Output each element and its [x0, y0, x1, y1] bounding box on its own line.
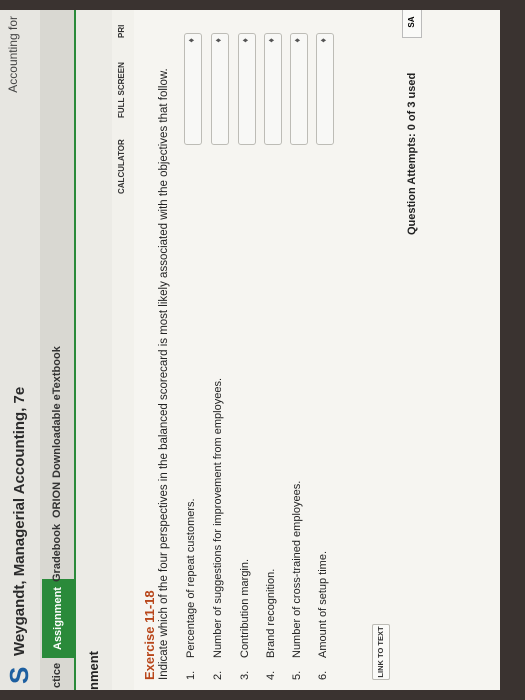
dropdown-arrow-icon: ♦: [213, 38, 223, 43]
dropdown-arrow-icon: ♦: [186, 38, 196, 43]
dropdown-arrow-icon: ♦: [266, 38, 276, 43]
course-title[interactable]: Accounting for: [6, 16, 20, 93]
tab-practice[interactable]: ctice: [48, 663, 74, 688]
perspective-select-2[interactable]: ♦: [211, 33, 229, 145]
section-title: nment: [86, 651, 101, 690]
full-screen-button[interactable]: FULL SCREEN: [117, 62, 126, 118]
tab-gradebook[interactable]: Gradebook: [48, 524, 74, 582]
exercise-instructions: Indicate which of the four perspectives …: [158, 68, 170, 680]
tab-etextbook[interactable]: Downloadable eTextbook: [48, 346, 74, 478]
perspective-select-1[interactable]: ♦: [184, 33, 202, 145]
item-text: Brand recognition.: [265, 568, 277, 658]
question-attempts: Question Attempts: 0 of 3 used: [406, 72, 418, 235]
calculator-button[interactable]: CALCULATOR: [117, 139, 126, 194]
book-title: Weygandt, Managerial Accounting, 7e: [11, 386, 28, 656]
dropdown-arrow-icon: ♦: [240, 38, 250, 43]
exercise-title: Exercise 11-18: [142, 590, 157, 680]
item-number: 5.: [291, 670, 303, 680]
nav-tabs: ctice Assignment Gradebook ORION Downloa…: [40, 10, 76, 690]
perspective-select-5[interactable]: ♦: [290, 33, 308, 145]
perspective-select-4[interactable]: ♦: [264, 33, 282, 145]
logo: S: [4, 666, 34, 684]
browser-screen: S Weygandt, Managerial Accounting, 7e Ac…: [0, 10, 500, 690]
dropdown-arrow-icon: ♦: [292, 38, 302, 43]
save-button[interactable]: SA: [402, 10, 422, 38]
perspective-select-3[interactable]: ♦: [238, 33, 256, 145]
header-bar: S Weygandt, Managerial Accounting, 7e Ac…: [0, 10, 41, 690]
toolbar: CALCULATOR FULL SCREEN PRI: [112, 10, 134, 690]
link-to-text-button[interactable]: LINK TO TEXT: [372, 624, 390, 680]
item-number: 2.: [212, 670, 224, 680]
item-text: Amount of setup time.: [317, 551, 329, 658]
item-number: 1.: [185, 670, 197, 680]
question-panel: Exercise 11-18 Indicate which of the fou…: [134, 10, 500, 690]
tab-orion[interactable]: ORION: [48, 482, 74, 518]
item-number: 3.: [239, 670, 251, 680]
tab-assignment[interactable]: Assignment: [42, 579, 74, 658]
item-text: Contribution margin.: [239, 558, 251, 658]
item-number: 6.: [317, 670, 329, 680]
section-header: nment: [76, 10, 110, 690]
dropdown-arrow-icon: ♦: [318, 38, 328, 43]
item-number: 4.: [265, 670, 277, 680]
item-text: Number of suggestions for improvement fr…: [212, 377, 224, 658]
print-button[interactable]: PRI: [117, 25, 126, 38]
item-text: Number of cross-trained employees.: [291, 480, 303, 658]
item-text: Percentage of repeat customers.: [185, 498, 197, 658]
perspective-select-6[interactable]: ♦: [316, 33, 334, 145]
